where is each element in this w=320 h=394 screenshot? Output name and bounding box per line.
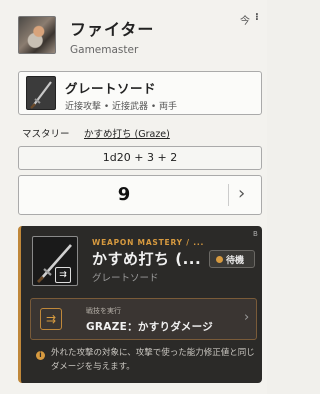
card-corner-label: B <box>253 230 258 238</box>
execute-maneuver-button[interactable]: ⇉ 戦技を実行 GRAZE：かすりダメージ › <box>30 298 257 340</box>
action-label: GRAZE：かすりダメージ <box>86 321 213 333</box>
weapon-card[interactable]: グレートソード 近接攻撃 • 近接武器 • 両手 <box>18 71 262 115</box>
panel-header: ファイター Gamemaster 今 ⁝ <box>0 0 267 62</box>
card-subtitle: グレートソード <box>92 273 159 284</box>
weapon-tags: 近接攻撃 • 近接武器 • 両手 <box>65 102 178 112</box>
mastery-card: B ⇉ WEAPON MASTERY / ... かすめ打ち (... グレート… <box>18 226 262 383</box>
roll-panel: ファイター Gamemaster 今 ⁝ グレートソード 近接攻撃 • 近接武器… <box>0 0 267 394</box>
mastery-description: 外れた攻撃の対象に、攻撃で使った能力修正値と同じダメージを与えます。 <box>51 348 255 372</box>
chevron-right-icon: › <box>244 310 250 325</box>
maneuver-icon: ⇉ <box>40 308 62 330</box>
status-dot-icon <box>216 256 223 263</box>
info-icon: i <box>36 351 45 360</box>
mastery-link[interactable]: かすめ打ち (Graze) <box>84 126 170 140</box>
page-title: ファイター <box>70 20 155 39</box>
status-badge: 待機 <box>209 250 255 268</box>
timestamp-icon[interactable]: 今 <box>240 12 250 27</box>
result-divider <box>228 184 229 206</box>
roll-result[interactable]: 9 › <box>18 175 262 215</box>
mastery-label: マスタリー <box>22 129 70 140</box>
mastery-badge-icon: ⇉ <box>55 267 71 283</box>
roll-total: 9 <box>117 184 131 205</box>
card-kicker: WEAPON MASTERY / ... <box>92 238 205 247</box>
card-title: かすめ打ち (... <box>92 250 202 268</box>
action-caption: 戦技を実行 <box>86 307 121 315</box>
speaker-name: Gamemaster <box>70 44 139 56</box>
avatar[interactable] <box>18 16 56 54</box>
greatsword-icon <box>26 76 56 110</box>
more-menu-icon[interactable]: ⁝ <box>255 12 259 23</box>
status-label: 待機 <box>226 256 245 266</box>
weapon-name: グレートソード <box>65 81 157 96</box>
roll-formula[interactable]: 1d20 + 3 + 2 <box>18 146 262 170</box>
chevron-right-icon[interactable]: › <box>238 184 245 204</box>
